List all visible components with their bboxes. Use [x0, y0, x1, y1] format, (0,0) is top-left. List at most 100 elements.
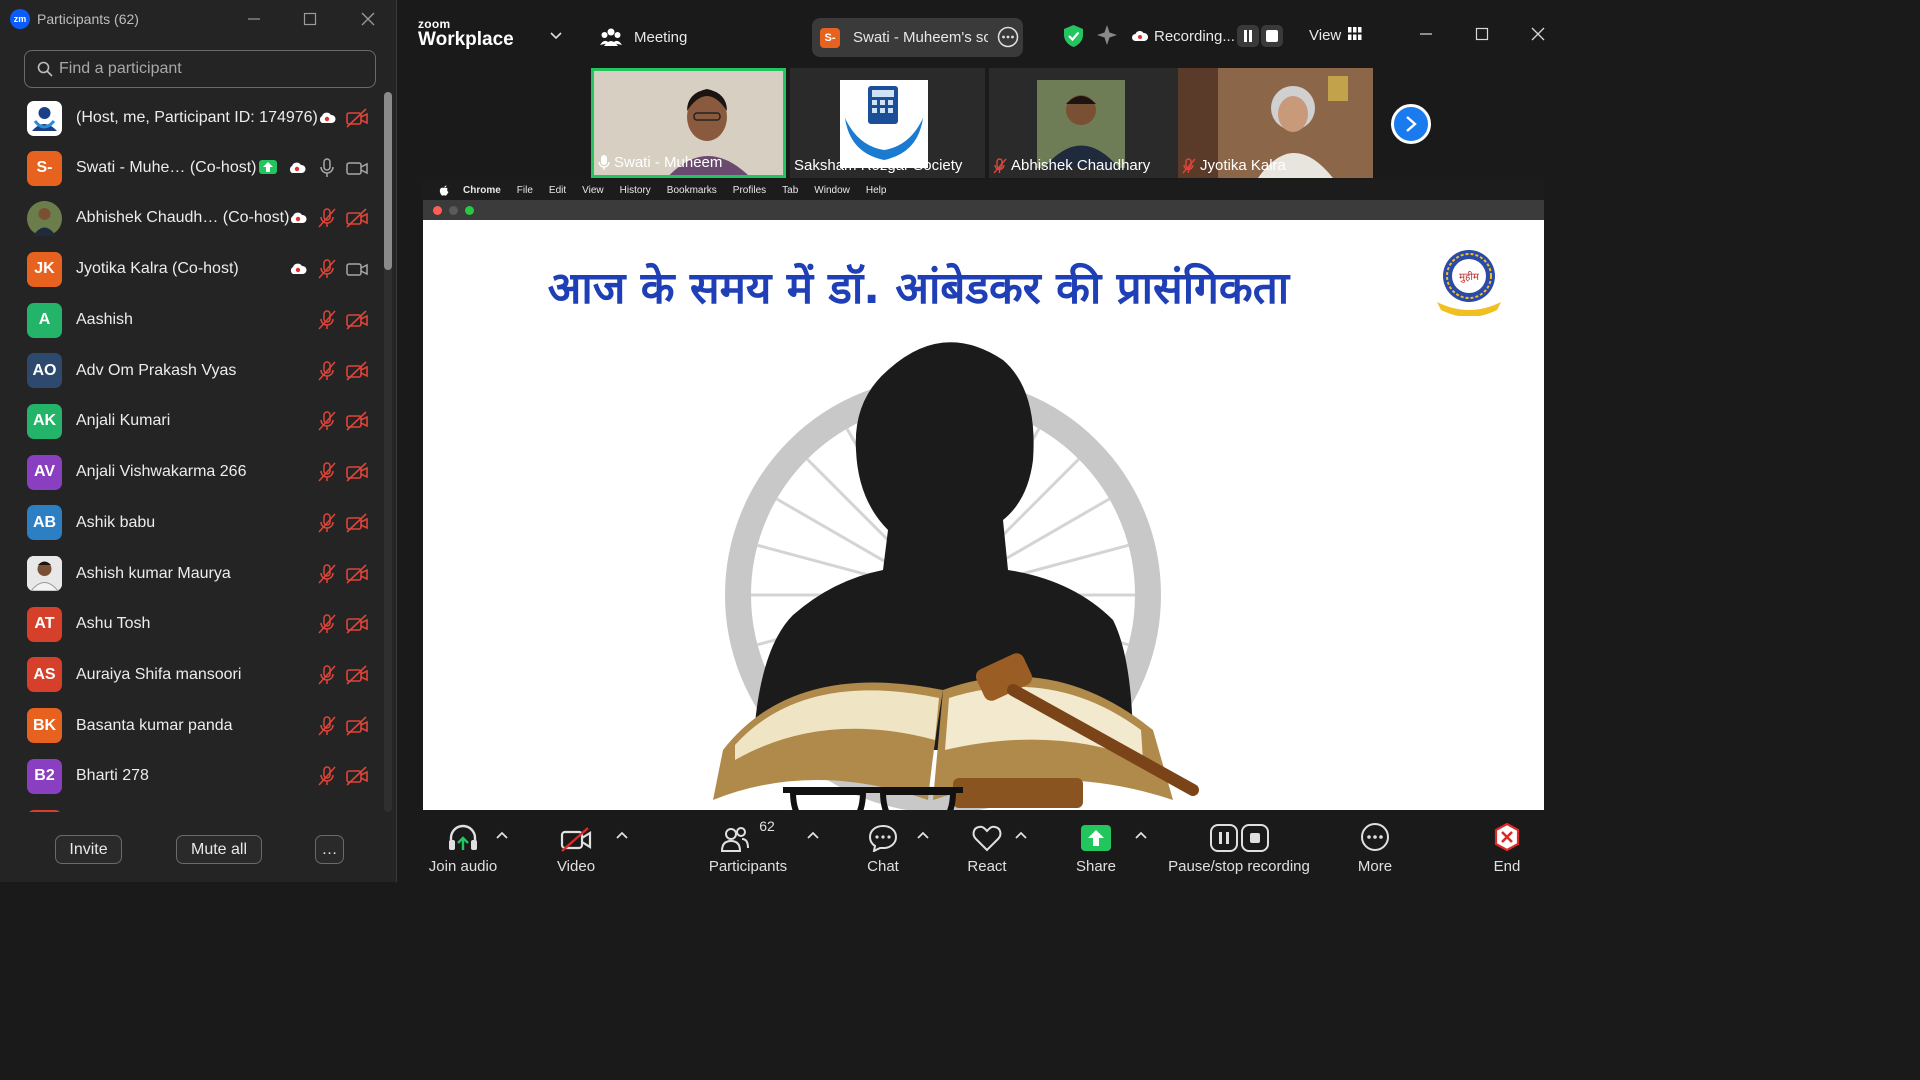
- video-tile[interactable]: Saksham Rozgar Society: [790, 68, 985, 178]
- pause-recording-button[interactable]: [1237, 25, 1259, 47]
- microphone-muted-icon[interactable]: [317, 765, 337, 787]
- close-icon[interactable]: [357, 8, 379, 30]
- minimize-icon[interactable]: [1415, 23, 1437, 45]
- more-icon[interactable]: [997, 26, 1019, 48]
- security-shield-icon[interactable]: [1063, 24, 1084, 48]
- microphone-muted-icon[interactable]: [317, 461, 337, 483]
- microphone-muted-icon[interactable]: [317, 664, 337, 686]
- list-item[interactable]: AB Ashik babu: [0, 498, 383, 548]
- chat-icon: [868, 824, 898, 852]
- chevron-up-icon[interactable]: [496, 830, 508, 840]
- video-icon[interactable]: [346, 259, 368, 279]
- participant-name: Anjali Vishwakarma 266: [76, 463, 247, 481]
- video-off-icon[interactable]: [346, 766, 368, 786]
- chevron-up-icon[interactable]: [1135, 830, 1147, 840]
- microphone-muted-icon[interactable]: [317, 715, 337, 737]
- microphone-icon[interactable]: [317, 157, 337, 179]
- share-label: Swati - Muheem's scr: [853, 29, 988, 46]
- list-item[interactable]: S- Swati - Muhe… (Co-host): [0, 143, 383, 193]
- list-item[interactable]: AK Anjali Kumari: [0, 396, 383, 446]
- mute-all-button[interactable]: Mute all: [176, 835, 262, 864]
- chevron-up-icon[interactable]: [917, 830, 929, 840]
- close-icon[interactable]: [1527, 23, 1549, 45]
- list-item[interactable]: BK Basanta kumar panda: [0, 701, 383, 751]
- video-off-icon[interactable]: [346, 665, 368, 685]
- list-item[interactable]: AT Ashu Tosh: [0, 599, 383, 649]
- join-audio-button[interactable]: Join audio: [426, 812, 500, 882]
- end-meeting-button[interactable]: End: [1488, 812, 1526, 882]
- chat-button[interactable]: Chat: [862, 812, 904, 882]
- video-icon[interactable]: [346, 158, 368, 178]
- next-page-button[interactable]: [1391, 104, 1431, 144]
- list-item[interactable]: AV Anjali Vishwakarma 266: [0, 447, 383, 497]
- video-off-icon[interactable]: [346, 411, 368, 431]
- microphone-muted-icon[interactable]: [317, 360, 337, 382]
- menu-history: History: [619, 184, 651, 196]
- microphone-muted-icon[interactable]: [317, 410, 337, 432]
- screen-share-indicator[interactable]: S- Swati - Muheem's scr: [812, 18, 1023, 57]
- list-item[interactable]: (Host, me, Participant ID: 174976): [0, 93, 383, 143]
- participant-name: Bharti 278: [76, 767, 149, 785]
- participant-list-scrollbar[interactable]: [384, 92, 392, 812]
- microphone-muted-icon[interactable]: [317, 207, 337, 229]
- cloud-recording-icon: [289, 162, 306, 173]
- video-off-icon[interactable]: [346, 513, 368, 533]
- video-button[interactable]: Video: [551, 812, 601, 882]
- microphone-muted-icon[interactable]: [317, 563, 337, 585]
- participants-button[interactable]: 62 Participants: [704, 812, 792, 882]
- microphone-muted-icon[interactable]: [317, 613, 337, 635]
- invite-button[interactable]: Invite: [55, 835, 122, 864]
- video-tile[interactable]: Swati - Muheem: [591, 68, 786, 178]
- more-button[interactable]: More: [1354, 812, 1396, 882]
- participant-name: Ashik babu: [76, 513, 156, 531]
- participant-search[interactable]: [24, 50, 376, 88]
- maximize-icon[interactable]: [1471, 23, 1493, 45]
- video-off-icon[interactable]: [346, 563, 368, 584]
- more-options-button[interactable]: …: [315, 835, 344, 864]
- share-button[interactable]: Share: [1075, 812, 1117, 882]
- minimize-icon[interactable]: [243, 8, 265, 30]
- video-tile[interactable]: Abhishek Chaudhary: [989, 68, 1184, 178]
- microphone-muted-icon[interactable]: [317, 258, 337, 280]
- microphone-muted-icon[interactable]: [317, 309, 337, 331]
- list-item[interactable]: AO Adv Om Prakash Vyas: [0, 346, 383, 396]
- list-item[interactable]: B2 Bharti 278: [0, 751, 383, 801]
- stop-recording-button[interactable]: [1261, 25, 1283, 47]
- video-label: Video: [556, 858, 596, 875]
- participants-title: Participants (62): [37, 11, 139, 27]
- video-off-icon[interactable]: [346, 716, 368, 736]
- chevron-down-icon[interactable]: [550, 32, 562, 40]
- meeting-label[interactable]: Meeting: [634, 29, 687, 46]
- scrollbar-thumb[interactable]: [384, 92, 392, 270]
- video-off-icon[interactable]: [346, 108, 368, 128]
- list-item[interactable]: AS Auraiya Shifa mansoori: [0, 650, 383, 700]
- list-item[interactable]: JK Jyotika Kalra (Co-host): [0, 244, 383, 294]
- heart-icon: [972, 825, 1002, 852]
- video-off-icon[interactable]: [346, 310, 368, 330]
- search-input[interactable]: [59, 60, 359, 78]
- tile-name: Abhishek Chaudhary: [1011, 157, 1151, 174]
- list-item[interactable]: A Aashish: [0, 295, 383, 345]
- video-off-icon[interactable]: [346, 462, 368, 482]
- chevron-up-icon[interactable]: [616, 830, 628, 840]
- list-item[interactable]: Ashish kumar Maurya: [0, 549, 383, 599]
- video-tile[interactable]: Jyotika Kalra: [1178, 68, 1373, 178]
- view-button[interactable]: View: [1309, 27, 1341, 44]
- pause-stop-recording-button[interactable]: Pause/stop recording: [1165, 812, 1313, 882]
- participant-list: (Host, me, Participant ID: 174976) S- Sw…: [0, 92, 383, 812]
- video-off-icon[interactable]: [346, 614, 368, 634]
- react-button[interactable]: React: [965, 812, 1009, 882]
- chevron-up-icon[interactable]: [1015, 830, 1027, 840]
- react-label: React: [967, 858, 1007, 875]
- microphone-muted-icon: [993, 157, 1007, 173]
- chevron-up-icon[interactable]: [807, 830, 819, 840]
- grid-view-icon[interactable]: [1348, 27, 1362, 41]
- video-off-icon[interactable]: [346, 361, 368, 381]
- maximize-icon[interactable]: [299, 8, 321, 30]
- tile-label: Swati - Muheem: [594, 153, 726, 172]
- microphone-muted-icon[interactable]: [317, 512, 337, 534]
- list-item[interactable]: Abhishek Chaudh… (Co-host): [0, 193, 383, 243]
- ai-companion-icon[interactable]: [1096, 24, 1118, 46]
- list-item[interactable]: [0, 802, 383, 812]
- video-off-icon[interactable]: [346, 208, 368, 228]
